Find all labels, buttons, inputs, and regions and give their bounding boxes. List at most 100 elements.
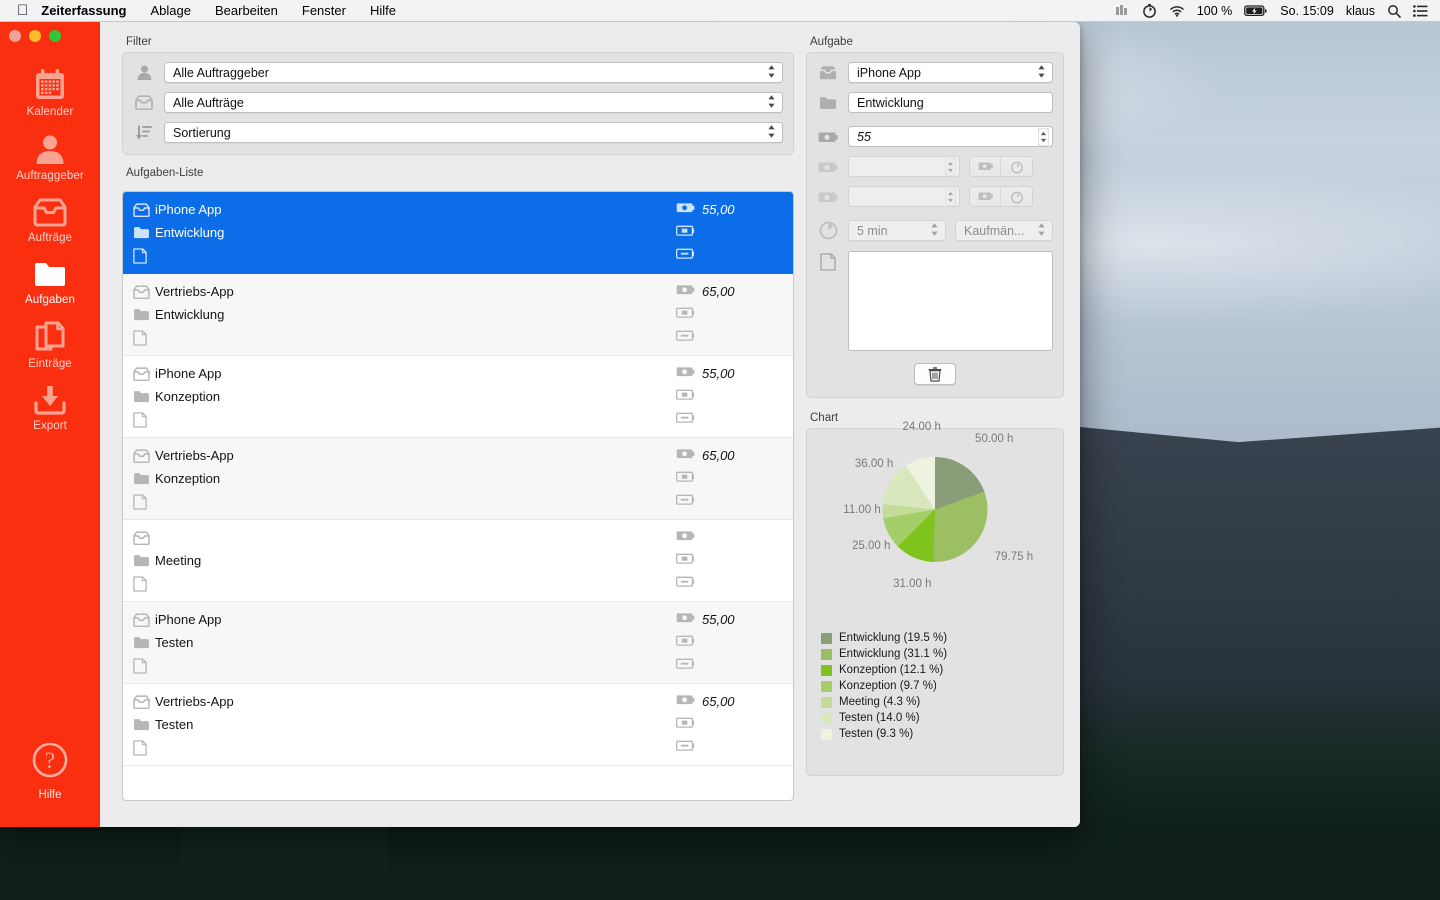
calendar-icon	[33, 69, 67, 101]
rate3-stepper[interactable]	[945, 188, 956, 205]
task-row[interactable]: iPhone App 55,00 Entwicklung	[123, 192, 793, 274]
detail-rate3-segments[interactable]	[969, 186, 1033, 207]
inbox-icon	[133, 612, 155, 627]
money-stack-icon	[817, 190, 839, 204]
inbox-icon	[133, 694, 155, 709]
task-row[interactable]: iPhone App 55,00 Konzeption	[123, 356, 793, 438]
task-row[interactable]: Meeting	[123, 520, 793, 602]
detail-row-rate3	[817, 186, 1053, 207]
task-row-rate-group: 55,00	[676, 611, 735, 629]
sidebar-item-aufgaben[interactable]: Aufgaben	[0, 250, 100, 312]
delete-task-button[interactable]	[914, 363, 956, 385]
task-row-category: Meeting	[155, 553, 202, 568]
task-row-rate-group	[676, 529, 702, 547]
task-row-note-line	[123, 572, 793, 595]
sidebar-item-auftraege[interactable]: Aufträge	[0, 188, 100, 250]
task-row-amount: 65,00	[702, 694, 735, 709]
legend-item: Entwicklung (31.1 %)	[821, 646, 1053, 662]
sidebar-item-eintraege[interactable]: Einträge	[0, 312, 100, 376]
sidebar-item-kalender[interactable]: Kalender	[0, 60, 100, 124]
note-icon	[133, 329, 155, 346]
detail-rate-input[interactable]: 55	[848, 126, 1053, 147]
note-icon	[817, 251, 839, 351]
timer-mode-icon[interactable]	[1001, 157, 1032, 176]
pie-chart-area: 50.00 h 79.75 h 31.00 h 25.00 h 11.00 h 36.00…	[817, 421, 1053, 624]
inbox-icon	[133, 366, 155, 381]
timer-icon[interactable]	[1142, 3, 1157, 18]
equalizer-icon[interactable]	[1115, 4, 1130, 17]
task-row[interactable]: Vertriebs-App 65,00 Testen	[123, 684, 793, 766]
task-row-rate3-group	[676, 247, 695, 265]
filter-auftraggeber-select[interactable]: Alle Auftraggeber	[164, 62, 783, 83]
menu-item-app-name[interactable]: Zeiterfassung	[32, 0, 138, 22]
legend-label: Testen (14.0 %)	[839, 712, 920, 724]
menu-item-bearbeiten[interactable]: Bearbeiten	[203, 0, 290, 22]
detail-rate3-input[interactable]	[848, 186, 960, 207]
task-row-category-line: Entwicklung	[123, 221, 793, 244]
sidebar-item-export[interactable]: Export	[0, 376, 100, 438]
task-row[interactable]: Vertriebs-App 65,00 Entwicklung	[123, 274, 793, 356]
legend-swatch	[821, 728, 832, 740]
money-mode-icon[interactable]	[970, 157, 1001, 176]
detail-category-input[interactable]: Entwicklung	[848, 92, 1053, 113]
money-stack-icon	[676, 329, 695, 347]
task-detail-group-label: Aufgabe	[810, 36, 853, 48]
sidebar-item-auftraggeber[interactable]: Auftraggeber	[0, 124, 100, 188]
clock-label[interactable]: So. 15:09	[1280, 4, 1334, 18]
task-row-category: Konzeption	[155, 471, 221, 486]
filter-group-label: Filter	[126, 36, 152, 48]
chevron-updown-icon	[930, 222, 939, 240]
legend-label: Konzeption (9.7 %)	[839, 680, 937, 692]
user-label[interactable]: klaus	[1346, 4, 1375, 18]
search-icon[interactable]	[1387, 4, 1401, 18]
money-mode-icon[interactable]	[970, 187, 1001, 206]
filter-sortierung-select[interactable]: Sortierung	[164, 122, 783, 143]
detail-rate-value: 55	[857, 129, 871, 144]
notification-center-icon[interactable]	[1413, 4, 1428, 17]
detail-project-select[interactable]: iPhone App	[848, 62, 1053, 83]
sidebar-item-hilfe[interactable]: ? Hilfe	[0, 741, 100, 801]
detail-note-textarea[interactable]	[848, 251, 1053, 351]
task-row-category: Entwicklung	[155, 225, 225, 240]
money-stack-icon	[676, 634, 695, 652]
rate2-stepper[interactable]	[945, 158, 956, 175]
clock-icon	[817, 221, 839, 240]
trash-icon	[928, 366, 942, 382]
task-row-project: Vertriebs-App	[155, 448, 234, 463]
detail-rate2-segments[interactable]	[969, 156, 1033, 177]
battery-charging-icon[interactable]	[1244, 4, 1268, 17]
detail-interval-value: 5 min	[857, 223, 888, 238]
rate-stepper[interactable]	[1038, 128, 1049, 145]
wifi-icon[interactable]	[1169, 5, 1185, 17]
zoom-button[interactable]	[49, 30, 61, 42]
menu-item-ablage[interactable]: Ablage	[139, 0, 203, 22]
detail-rate2-input[interactable]	[848, 156, 960, 177]
menu-item-fenster[interactable]: Fenster	[290, 0, 358, 22]
filter-sortierung-value: Sortierung	[173, 125, 231, 140]
filter-auftraege-select[interactable]: Alle Aufträge	[164, 92, 783, 113]
sidebar-item-label: Kalender	[26, 106, 74, 118]
task-list-scroll[interactable]: iPhone App 55,00 Entwicklung Vertriebs-App 6…	[123, 192, 793, 800]
chevron-updown-icon	[767, 94, 776, 112]
apple-logo-icon[interactable]: 	[13, 0, 32, 22]
money-stack-icon	[676, 306, 695, 324]
menu-item-hilfe[interactable]: Hilfe	[358, 0, 408, 22]
legend-swatch	[821, 680, 832, 692]
note-icon	[133, 575, 155, 592]
detail-interval-select[interactable]: 5 min	[848, 220, 946, 241]
detail-rounding-select[interactable]: Kaufmän...	[955, 220, 1053, 241]
legend-item: Testen (9.3 %)	[821, 726, 1053, 742]
task-row-project-line: Vertriebs-App 65,00	[123, 444, 793, 467]
minimize-button[interactable]	[29, 30, 41, 42]
pie-chart	[882, 457, 988, 562]
close-button[interactable]	[9, 30, 21, 42]
task-row[interactable]: Vertriebs-App 65,00 Konzeption	[123, 438, 793, 520]
folder-icon	[133, 554, 155, 567]
task-row-rate3-group	[676, 411, 695, 429]
download-icon	[33, 385, 67, 415]
task-row[interactable]: iPhone App 55,00 Testen	[123, 602, 793, 684]
question-circle-icon: ?	[31, 741, 69, 784]
filter-row-sortierung: Sortierung	[133, 122, 783, 143]
task-row-note-line	[123, 736, 793, 759]
timer-mode-icon[interactable]	[1001, 187, 1032, 206]
